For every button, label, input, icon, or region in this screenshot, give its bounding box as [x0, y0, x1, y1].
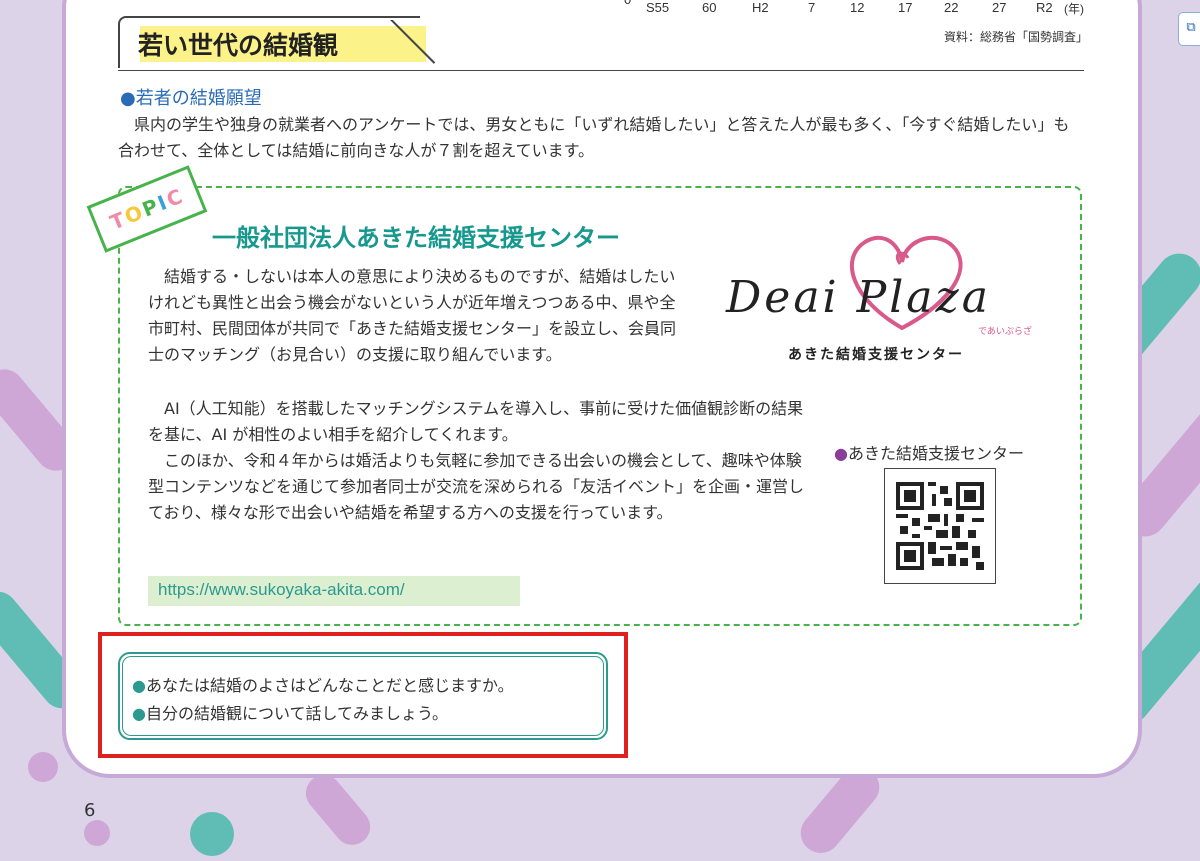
page-number: 6 — [84, 800, 96, 821]
subsection-heading-text: 若者の結婚願望 — [135, 88, 262, 109]
chart-tick-label: 22 — [944, 0, 959, 15]
selection-highlight — [98, 632, 628, 758]
chart-tick-label: R2 — [1036, 0, 1053, 15]
subsection-heading: ●若者の結婚願望 — [120, 84, 262, 110]
subsection-body: 県内の学生や独身の就業者へのアンケートでは、男女ともに「いずれ結婚したい」と答え… — [118, 115, 1070, 160]
topic-paragraphs: AI（人工知能）を搭載したマッチングシステムを導入し、事前に受けた価値観診断の結… — [148, 396, 814, 526]
chart-axis-unit: (年) — [1064, 2, 1084, 16]
section-rule — [118, 70, 1084, 71]
bullet-icon: ● — [834, 444, 848, 463]
viewer-tool-icon[interactable]: ⧉ — [1178, 12, 1200, 46]
chart-tick-label: 60 — [702, 0, 717, 15]
qr-label: ●あきた結婚支援センター — [834, 440, 1024, 464]
decor-dot — [28, 752, 58, 782]
section-title-slant — [390, 20, 460, 76]
topic-title: 一般社団法人あきた結婚支援センター — [212, 224, 620, 252]
section-title: 若い世代の結婚観 — [138, 31, 339, 60]
chart-axis-zero: 0 — [624, 0, 631, 7]
topic-paragraph-text: AI（人工知能）を搭載したマッチングシステムを導入し、事前に受けた価値観診断の結… — [148, 399, 804, 444]
qr-code-frame[interactable] — [884, 468, 996, 584]
logo-subtitle: あきた結婚支援センター — [788, 347, 964, 363]
topic-paragraph-text: 結婚する・しないは本人の意思により決めるものですが、結婚はしたいけれども異性と出… — [148, 267, 677, 364]
topic-url-link[interactable]: https://www.sukoyaka-akita.com/ — [158, 580, 405, 600]
qr-label-text: あきた結婚支援センター — [847, 444, 1024, 463]
chart-tick-label: H2 — [752, 0, 769, 15]
chart-tick-label: 27 — [992, 0, 1007, 15]
decor-stripe — [298, 767, 378, 853]
topic-paragraph-text: このほか、令和４年からは婚活よりも気軽に参加できる出会いの機会として、趣味や体験… — [148, 451, 805, 522]
deai-plaza-logo: Deai Plaza であいぷらざ あきた結婚支援センター — [722, 228, 1052, 378]
qr-code-icon[interactable] — [896, 482, 984, 570]
chart-tick-label: 7 — [808, 0, 816, 15]
chart-tick-label: S55 — [646, 0, 670, 15]
chart-tick-label: 17 — [898, 0, 913, 15]
source-note: 資料：総務省「国勢調査」 — [943, 30, 1088, 44]
decor-dot — [190, 812, 234, 856]
bullet-icon: ● — [120, 88, 136, 109]
chart-x-axis: S55 60 H2 7 12 17 22 27 R2 (年) — [640, 0, 1100, 18]
chart-tick-label: 12 — [850, 0, 865, 15]
logo-wordmark: Deai Plaza — [726, 272, 991, 323]
topic-paragraph: 結婚する・しないは本人の意思により決めるものですが、結婚はしたいけれども異性と出… — [148, 264, 688, 368]
decor-dot — [84, 820, 110, 846]
logo-kana: であいぷらざ — [978, 327, 1032, 337]
